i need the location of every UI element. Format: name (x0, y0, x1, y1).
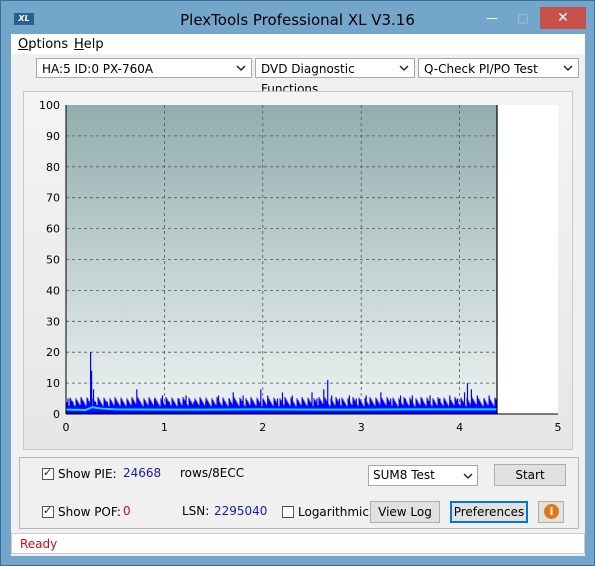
x-tick-label: 4 (456, 421, 463, 434)
menu-options[interactable]: Options (18, 37, 68, 52)
x-tick-label: 0 (63, 421, 70, 434)
start-button[interactable]: Start (494, 464, 566, 486)
window-title: PlexTools Professional XL V3.16 (180, 11, 415, 29)
chevron-down-icon (463, 473, 473, 480)
unused-region (496, 105, 558, 414)
logarithmic-checkbox[interactable] (282, 506, 294, 518)
test-select-value: Q-Check PI/PO Test (424, 62, 538, 76)
x-tick-label: 5 (555, 421, 562, 434)
y-tick-label: 80 (46, 161, 60, 174)
drive-select-value: HA:5 ID:0 PX-760A (42, 62, 154, 76)
show-pof-label: Show POF: (58, 505, 121, 519)
status-text: Ready (20, 537, 58, 551)
menu-bar: Options Help (11, 34, 585, 54)
y-tick-label: 60 (46, 223, 60, 236)
menu-help[interactable]: Help (74, 37, 104, 52)
y-tick-label: 30 (46, 315, 60, 328)
lsn-label: LSN: (182, 504, 210, 518)
pie-chart: 0 10 20 30 40 50 60 70 80 90 100 0 1 2 3 4 5 (24, 92, 572, 449)
pof-value: 0 (123, 504, 131, 518)
pie-value: 24668 (123, 466, 162, 480)
show-pie-checkbox[interactable] (42, 466, 54, 480)
info-icon: i (544, 504, 559, 519)
title-bar: XL PlexTools Professional XL V3.16 — □ ✕ (1, 1, 594, 34)
app-window: XL PlexTools Professional XL V3.16 — □ ✕… (0, 0, 595, 566)
maximize-button[interactable]: □ (509, 7, 537, 29)
y-tick-label: 0 (53, 408, 60, 421)
drive-select[interactable]: HA:5 ID:0 PX-760A (36, 58, 252, 78)
y-tick-label: 40 (46, 284, 60, 297)
logarithmic-label: Logarithmic (298, 505, 369, 519)
sum-test-value: SUM8 Test (373, 468, 435, 482)
y-tick-label: 100 (39, 99, 60, 112)
function-select[interactable]: DVD Diagnostic Functions (255, 58, 415, 96)
toolbar: HA:5 ID:0 PX-760A DVD Diagnostic Functio… (11, 55, 585, 96)
sum-test-select[interactable]: SUM8 Test (368, 465, 478, 486)
preferences-button[interactable]: Preferences (450, 501, 528, 523)
test-select[interactable]: Q-Check PI/PO Test (418, 58, 579, 78)
close-button[interactable]: ✕ (540, 7, 586, 29)
x-tick-label: 3 (358, 421, 365, 434)
controls-panel: Show PIE: 24668 rows/8ECC SUM8 Test Star… (19, 457, 579, 529)
y-tick-label: 10 (46, 377, 60, 390)
chevron-down-icon (399, 65, 409, 72)
y-tick-label: 90 (46, 130, 60, 143)
y-tick-label: 70 (46, 192, 60, 205)
x-tick-label: 2 (259, 421, 266, 434)
y-tick-label: 20 (46, 346, 60, 359)
chevron-down-icon (236, 65, 246, 72)
status-bar: Ready (11, 533, 585, 554)
client-area: Options Help HA:5 ID:0 PX-760A DVD Diagn… (11, 34, 585, 556)
show-pof-checkbox[interactable] (42, 504, 54, 518)
info-button[interactable]: i (538, 501, 564, 523)
view-log-button[interactable]: View Log (370, 501, 440, 523)
minimize-button[interactable]: — (479, 7, 505, 29)
chart-panel: 0 10 20 30 40 50 60 70 80 90 100 0 1 2 3 4 5 (23, 91, 573, 450)
x-tick-label: 1 (161, 421, 168, 434)
pie-unit: rows/8ECC (180, 466, 245, 480)
lsn-value: 2295040 (214, 504, 268, 518)
y-tick-label: 50 (46, 254, 60, 267)
chevron-down-icon (563, 65, 573, 72)
show-pie-label: Show PIE: (58, 467, 117, 481)
